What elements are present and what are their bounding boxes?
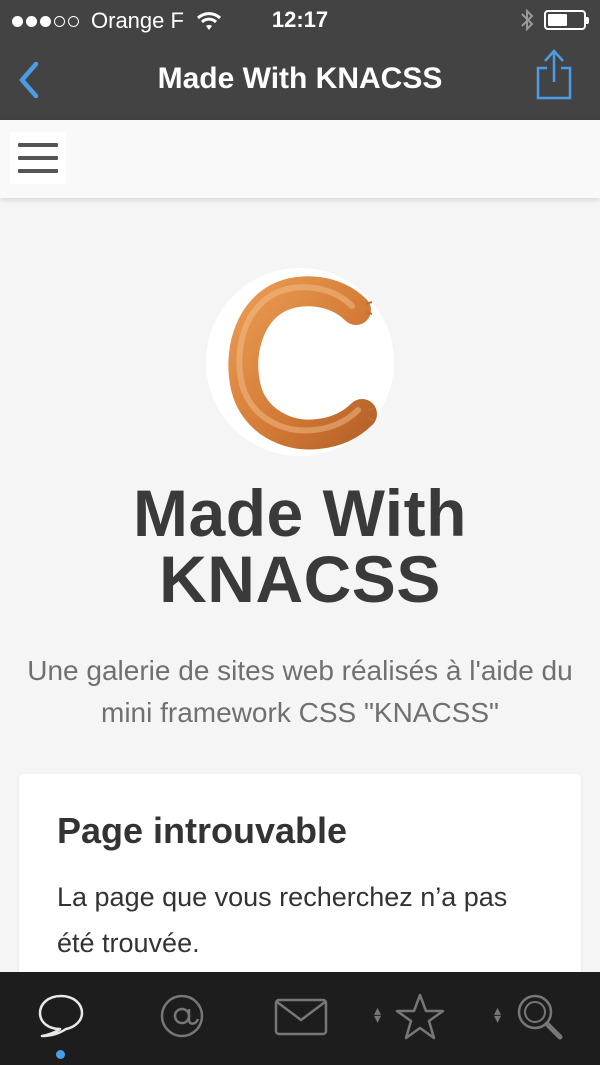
site-title-line-2: KNACSS bbox=[159, 542, 441, 616]
tab-at-sign-icon[interactable] bbox=[158, 992, 206, 1042]
sort-arrows-icon: ▴ ▾ bbox=[494, 1002, 502, 1026]
site-header bbox=[0, 120, 600, 198]
status-right bbox=[520, 8, 589, 32]
share-icon[interactable] bbox=[534, 48, 574, 102]
status-time: 12:17 bbox=[271, 7, 329, 32]
card-text: La page que vous recherchez n’a pas été … bbox=[57, 882, 508, 958]
site-title-line-1: Made With bbox=[133, 476, 467, 550]
bottom-tab-bar: ▴ ▾ ▴ ▾ bbox=[0, 972, 600, 1065]
card-heading: Page introuvable bbox=[57, 810, 348, 851]
site-tagline: Une galerie de sites web réalisés à l'ai… bbox=[27, 655, 573, 728]
nav-title: Made With KNACSS bbox=[157, 62, 443, 95]
tab-star-icon[interactable] bbox=[394, 992, 446, 1042]
tab-search-icon[interactable] bbox=[514, 992, 566, 1042]
site-title: Made With KNACSS bbox=[0, 480, 600, 612]
hamburger-menu-icon[interactable] bbox=[10, 132, 66, 184]
site-logo bbox=[206, 268, 394, 456]
sort-arrows-icon: ▴ ▾ bbox=[374, 1002, 382, 1026]
bluetooth-icon bbox=[521, 8, 534, 32]
tab-speech-bubble-icon[interactable] bbox=[36, 992, 86, 1042]
active-tab-indicator bbox=[56, 1050, 65, 1059]
status-bar: Orange F 12:17 bbox=[0, 0, 600, 40]
tab-envelope-icon[interactable] bbox=[274, 992, 328, 1042]
navigation-bar: Made With KNACSS bbox=[0, 40, 600, 120]
knacss-sausage-logo-icon bbox=[228, 276, 377, 450]
battery-icon bbox=[544, 10, 589, 30]
